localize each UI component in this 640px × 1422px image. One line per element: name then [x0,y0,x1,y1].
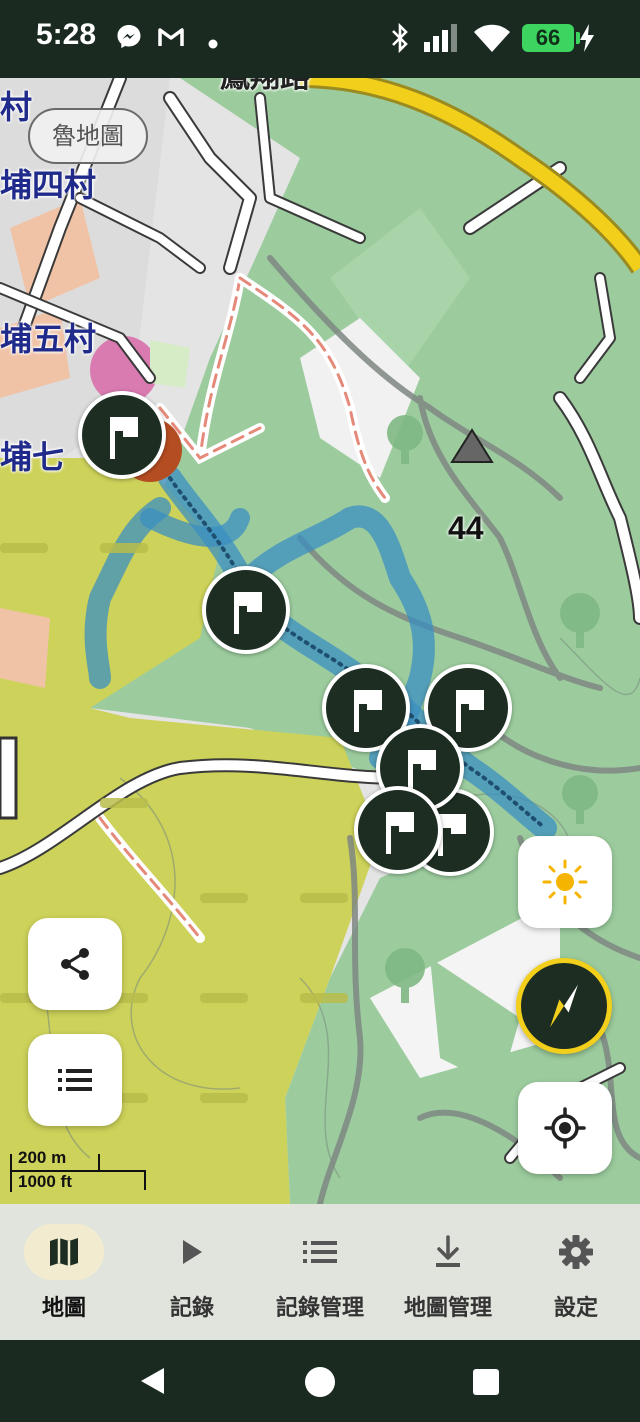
download-icon [436,1235,460,1267]
compass-button[interactable] [516,958,612,1054]
list-icon [58,1069,92,1091]
list-icon [303,1241,337,1263]
locate-icon [544,1107,586,1149]
share-icon [61,948,89,980]
scale-metric: 200 m [18,1148,67,1167]
map-label-road: 鳳翔路 [220,78,310,96]
nav-label-map: 地圖 [41,1296,86,1321]
nav-item-map[interactable]: 地圖 [0,1204,128,1340]
map-label-village-5: 埔五村 [0,320,97,358]
charging-icon [578,22,596,58]
nav-label-settings: 設定 [553,1296,598,1321]
map-source-chip[interactable]: 魯地圖 [28,108,148,164]
home-icon[interactable] [304,1366,336,1398]
nav-item-map-management[interactable]: 地圖管理 [384,1204,512,1340]
nav-label-map-management: 地圖管理 [403,1296,492,1321]
flag-icon [456,690,484,732]
gmail-icon [156,22,186,56]
status-bar: 5:28 66 [0,0,640,78]
dot-icon [208,34,218,53]
layers-list-button[interactable] [28,1034,122,1126]
map-label-village-7: 埔七 [0,438,65,476]
nav-item-record-management[interactable]: 記錄管理 [256,1204,384,1340]
status-time: 5:28 [36,18,97,51]
nav-label-record-management: 記錄管理 [275,1296,364,1321]
map-scale: 200 m 1000 ft [10,1148,150,1194]
back-icon[interactable] [138,1366,168,1396]
locate-button[interactable] [518,1082,612,1174]
compass-icon [547,981,581,1031]
map-icon [50,1238,78,1266]
bluetooth-icon [388,22,412,58]
scale-imperial: 1000 ft [18,1172,72,1191]
flag-icon [234,592,262,634]
map-view[interactable]: 村 埔四村 埔五村 埔七 鳳翔路 44 魯地圖 [0,78,640,1204]
play-icon [183,1240,202,1264]
share-button[interactable] [28,918,122,1010]
waypoint-marker[interactable] [78,391,166,479]
map-label-village-4: 埔四村 [0,166,97,204]
bottom-navigation: 地圖 記錄 記錄管理 地圖管理 設定 [0,1204,640,1340]
gear-icon [559,1235,593,1269]
waypoint-marker[interactable] [354,786,442,874]
brightness-button[interactable] [518,836,612,928]
peak-height-label: 44 [448,510,484,546]
sun-icon [542,859,588,905]
system-navigation-bar [0,1340,640,1422]
battery-indicator: 66 [522,24,580,52]
nav-item-settings[interactable]: 設定 [512,1204,640,1340]
map-label-village: 村 [0,88,33,126]
signal-icon [422,22,462,58]
waypoint-marker[interactable] [202,566,290,654]
nav-item-record[interactable]: 記錄 [128,1204,256,1340]
flag-icon [354,690,382,732]
messenger-icon [114,22,144,56]
nav-label-record: 記錄 [169,1296,214,1321]
wifi-icon [472,22,512,58]
flag-icon [110,417,138,459]
recents-icon[interactable] [472,1368,500,1396]
flag-icon [386,812,414,854]
